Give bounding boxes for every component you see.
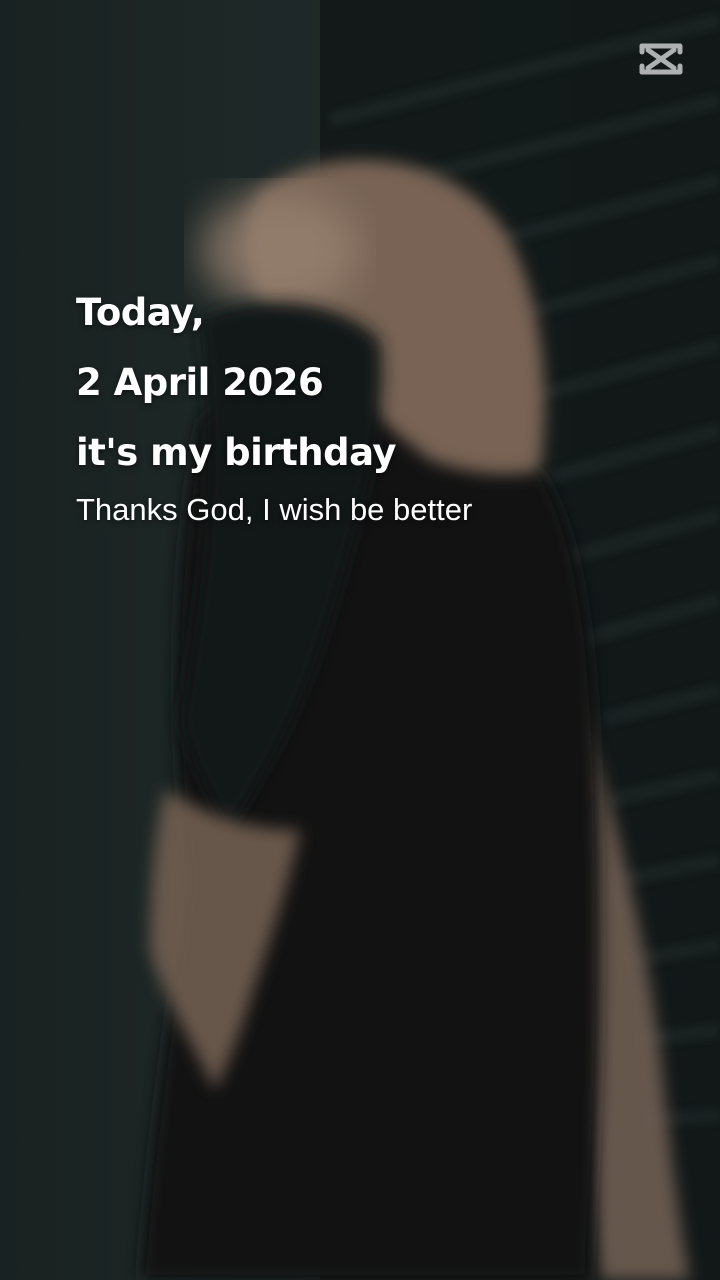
caption-line-birthday: it's my birthday [76,431,397,474]
caption-line-today: Today, [76,291,205,334]
capcut-logo-icon [639,43,683,75]
background-photo [0,0,720,1280]
caption-line-date: 2 April 2026 [76,361,324,404]
video-frame: Today, 2 April 2026 it's my birthday Tha… [0,0,720,1280]
birthday-caption: Today, 2 April 2026 it's my birthday Tha… [76,278,636,530]
caption-line-thanks: Thanks God, I wish be better [76,492,473,527]
